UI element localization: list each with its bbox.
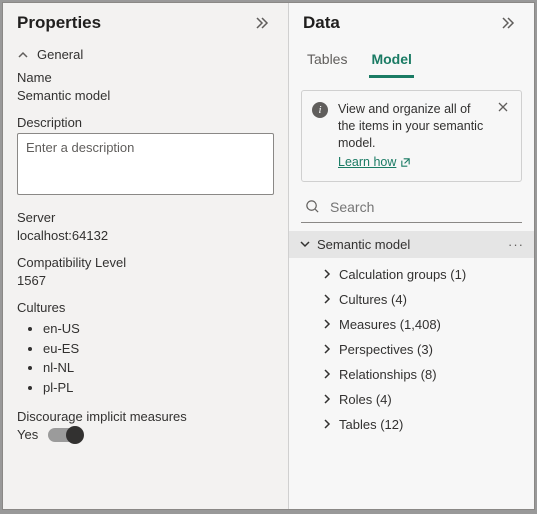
chevron-right-icon <box>321 293 333 305</box>
tab-model[interactable]: Model <box>369 45 413 78</box>
collapse-properties-button[interactable] <box>250 11 274 35</box>
chevron-right-icon <box>321 393 333 405</box>
tree-item[interactable]: Calculation groups (1) <box>289 262 534 287</box>
tree-item[interactable]: Cultures (4) <box>289 287 534 312</box>
tree-item-label: Cultures (4) <box>339 292 407 307</box>
info-banner: i View and organize all of the items in … <box>301 90 522 182</box>
cultures-label: Cultures <box>17 300 274 315</box>
compat-label: Compatibility Level <box>17 255 274 270</box>
description-label: Description <box>17 115 274 130</box>
learn-how-link[interactable]: Learn how <box>338 154 411 171</box>
external-link-icon <box>400 157 411 168</box>
tree-item[interactable]: Perspectives (3) <box>289 337 534 362</box>
discourage-toggle[interactable] <box>48 428 82 442</box>
info-icon: i <box>312 102 328 118</box>
tree-item-label: Relationships (8) <box>339 367 437 382</box>
collapse-data-button[interactable] <box>496 11 520 35</box>
tree-root[interactable]: Semantic model ··· <box>289 231 534 258</box>
search-icon <box>305 199 320 214</box>
search-input[interactable] <box>328 198 518 216</box>
tree-item[interactable]: Relationships (8) <box>289 362 534 387</box>
compat-value: 1567 <box>17 273 274 288</box>
tree-item[interactable]: Measures (1,408) <box>289 312 534 337</box>
tree-item[interactable]: Roles (4) <box>289 387 534 412</box>
tree-root-label: Semantic model <box>317 237 410 252</box>
chevrons-right-icon <box>254 15 270 31</box>
discourage-value: Yes <box>17 427 38 442</box>
tree-item-label: Roles (4) <box>339 392 392 407</box>
list-item: eu-ES <box>43 339 274 359</box>
learn-how-label: Learn how <box>338 154 396 171</box>
tree-item-label: Measures (1,408) <box>339 317 441 332</box>
properties-title: Properties <box>17 13 101 33</box>
list-item: pl-PL <box>43 378 274 398</box>
toggle-knob-icon <box>66 426 84 444</box>
close-icon <box>497 101 509 113</box>
chevron-right-icon <box>321 343 333 355</box>
cultures-list: en-USeu-ESnl-NLpl-PL <box>17 319 274 397</box>
server-value: localhost:64132 <box>17 228 274 243</box>
server-label: Server <box>17 210 274 225</box>
chevron-right-icon <box>321 368 333 380</box>
discourage-label: Discourage implicit measures <box>17 409 274 424</box>
chevron-right-icon <box>321 318 333 330</box>
close-banner-button[interactable] <box>495 101 511 113</box>
name-label: Name <box>17 70 274 85</box>
tree-item[interactable]: Tables (12) <box>289 412 534 437</box>
chevron-right-icon <box>321 268 333 280</box>
chevron-down-icon <box>299 238 311 250</box>
list-item: en-US <box>43 319 274 339</box>
chevron-up-icon <box>17 49 29 61</box>
tree-item-label: Tables (12) <box>339 417 403 432</box>
chevron-right-icon <box>321 418 333 430</box>
description-input[interactable] <box>17 133 274 195</box>
tree-root-more-button[interactable]: ··· <box>508 237 524 252</box>
data-title: Data <box>303 13 340 33</box>
info-text: View and organize all of the items in yo… <box>338 102 483 150</box>
general-section-header[interactable]: General <box>3 39 288 70</box>
list-item: nl-NL <box>43 358 274 378</box>
tree-item-label: Perspectives (3) <box>339 342 433 357</box>
general-section-label: General <box>37 47 83 62</box>
tree-item-label: Calculation groups (1) <box>339 267 466 282</box>
chevrons-right-icon <box>500 15 516 31</box>
tab-tables[interactable]: Tables <box>305 45 349 78</box>
name-value: Semantic model <box>17 88 274 103</box>
